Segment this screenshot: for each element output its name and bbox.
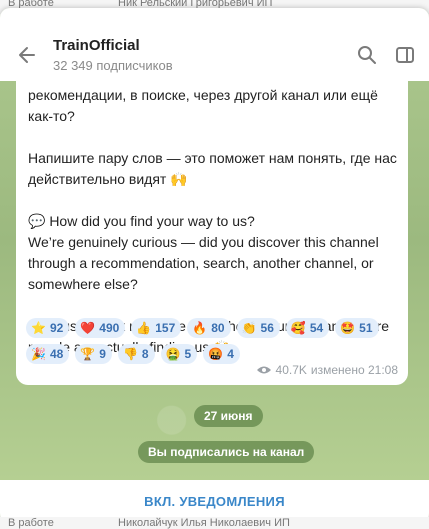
channel-post: рекомендации, в поиске, через другой кан… xyxy=(16,81,408,385)
reaction-count: 48 xyxy=(49,347,64,361)
reaction-chip[interactable]: ❤️ 490 xyxy=(75,318,126,338)
reaction-emoji: 🤬 xyxy=(208,347,224,361)
reaction-chip[interactable]: 🤬 4 xyxy=(203,344,240,364)
reaction-count: 54 xyxy=(309,321,324,335)
date-divider: 27 июня xyxy=(194,405,263,427)
reaction-count: 5 xyxy=(184,347,192,361)
search-icon[interactable] xyxy=(356,44,378,66)
reaction-emoji: 🏆 xyxy=(80,347,96,361)
views-count: 40.7K xyxy=(275,363,307,377)
reaction-chip[interactable]: 🥰 54 xyxy=(285,318,330,338)
reaction-emoji: 🎉 xyxy=(31,347,46,361)
reactions-bar: ⭐ 92 ❤️ 490 👍 157 🔥 80 👏 56 🥰 54 🤩 51 🎉 48 🏆 9 👎 8 🤮 5 🤬 4 xyxy=(26,318,406,364)
reaction-chip[interactable]: 👍 157 xyxy=(131,318,182,338)
reaction-chip[interactable]: 👏 56 xyxy=(236,318,280,338)
reaction-chip[interactable]: 🔥 80 xyxy=(187,318,231,338)
reaction-chip[interactable]: ⭐ 92 xyxy=(26,318,70,338)
reaction-emoji: 👎 xyxy=(122,347,138,361)
eye-icon xyxy=(256,366,271,374)
reaction-emoji: 🔥 xyxy=(192,321,208,335)
background-row-bottom: В работе Николайчук Илья Николаевич ИП xyxy=(0,517,429,529)
reaction-emoji: 🤩 xyxy=(340,321,356,335)
reaction-count: 92 xyxy=(49,321,64,335)
reaction-count: 56 xyxy=(260,321,274,335)
reaction-count: 4 xyxy=(227,347,234,361)
reaction-chip[interactable]: 🏆 9 xyxy=(75,344,112,364)
reaction-emoji: 👍 xyxy=(136,321,152,335)
reaction-emoji: ❤️ xyxy=(80,321,96,335)
reaction-chip[interactable]: 🎉 48 xyxy=(26,344,70,364)
post-meta: 40.7K изменено 21:08 xyxy=(256,363,398,377)
reaction-count: 8 xyxy=(141,347,149,361)
reaction-count: 80 xyxy=(211,321,225,335)
reaction-count: 51 xyxy=(359,321,373,335)
enable-notifications-button[interactable]: ВКЛ. УВЕДОМЛЕНИЯ xyxy=(144,494,285,509)
reaction-count: 157 xyxy=(155,321,176,335)
channel-window: TrainOfficial 32 349 подписчиков рекомен… xyxy=(0,8,429,523)
channel-header: TrainOfficial 32 349 подписчиков xyxy=(0,8,429,81)
reaction-count: 490 xyxy=(99,321,120,335)
reaction-emoji: 🤮 xyxy=(165,347,181,361)
reaction-emoji: ⭐ xyxy=(31,321,46,335)
subscriber-count: 32 349 подписчиков xyxy=(53,58,173,73)
reaction-chip[interactable]: 🤩 51 xyxy=(335,318,379,338)
reaction-chip[interactable]: 🤮 5 xyxy=(160,344,198,364)
reaction-emoji: 👏 xyxy=(241,321,257,335)
bg-status: В работе xyxy=(8,517,54,529)
service-message: Вы подписались на канал xyxy=(138,441,315,463)
chat-area[interactable]: рекомендации, в поиске, через другой кан… xyxy=(0,81,429,480)
sidebar-toggle-icon[interactable] xyxy=(394,44,416,66)
reaction-emoji: 🥰 xyxy=(290,321,306,335)
edited-time: изменено 21:08 xyxy=(310,363,398,377)
reaction-count: 9 xyxy=(99,347,106,361)
reaction-chip[interactable]: 👎 8 xyxy=(117,344,155,364)
channel-title[interactable]: TrainOfficial xyxy=(53,37,140,54)
arrow-left-icon[interactable] xyxy=(16,44,38,66)
bg-client: Николайчук Илья Николаевич ИП xyxy=(118,517,290,529)
